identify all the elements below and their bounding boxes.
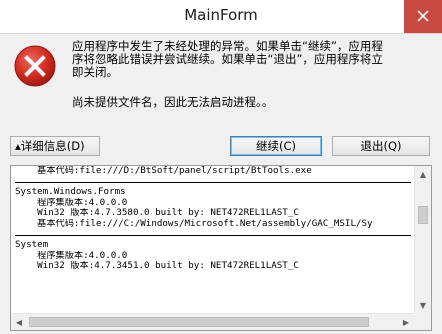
details-line: Win32 版本:4.7.3580.0 built by: NET472REL1… [15, 208, 299, 219]
details-line: Win32 版本:4.7.3451.0 built by: NET472REL1… [15, 261, 299, 272]
details-separator [15, 177, 411, 188]
details-textbox[interactable]: 基本代码:file:///D:/BtSoft/panel/script/BtTo… [10, 165, 432, 331]
scrollbar-corner [414, 313, 431, 330]
quit-button[interactable]: 退出(Q) [332, 136, 430, 156]
horizontal-scrollbar[interactable]: ◀ ▶ [11, 313, 414, 330]
details-line: 程序集版本:4.0.0.0 [15, 197, 128, 208]
error-detail-message: 尚未提供文件名，因此无法启动进程。。 [72, 95, 274, 109]
title-bar[interactable]: MainForm [0, 0, 442, 33]
chevron-right-icon[interactable]: ▶ [398, 314, 414, 330]
close-button[interactable] [404, 0, 442, 33]
details-line: 程序集版本:4.0.0.0 [15, 250, 128, 261]
details-line: 基本代码:file:///D:/BtSoft/panel/script/BtTo… [15, 166, 312, 176]
horizontal-scroll-thumb[interactable] [29, 317, 369, 327]
details-button[interactable]: ▴详细信息(D) [10, 136, 100, 156]
chevron-up-icon[interactable]: ▲ [415, 166, 431, 182]
dialog-content: 应用程序中发生了未经处理的异常。如果单击“继续”，应用程 序将忽略此错误并尝试继… [0, 33, 442, 334]
mainform-dialog: MainForm 应用程序中发生了未经处理的异常。如果单击“继续”，应用程 序将… [0, 0, 442, 334]
close-icon [417, 7, 429, 26]
details-line: 基本代码:file:///C:/Windows/Microsoft.Net/as… [15, 218, 373, 229]
details-line: System.Windows.Forms [15, 187, 126, 198]
vertical-scrollbar[interactable]: ▲ ▼ [414, 166, 431, 313]
window-title: MainForm [184, 6, 258, 24]
error-icon [13, 44, 57, 88]
vertical-scroll-thumb[interactable] [418, 206, 428, 224]
chevron-left-icon[interactable]: ◀ [11, 314, 27, 330]
chevron-down-icon[interactable]: ▼ [415, 297, 431, 313]
details-text: 基本代码:file:///D:/BtSoft/panel/script/BtTo… [15, 166, 411, 272]
error-message: 应用程序中发生了未经处理的异常。如果单击“继续”，应用程 序将忽略此错误并尝试继… [72, 39, 383, 79]
continue-button[interactable]: 继续(C) [230, 136, 322, 156]
details-line: System [15, 240, 49, 251]
details-separator [15, 230, 411, 241]
